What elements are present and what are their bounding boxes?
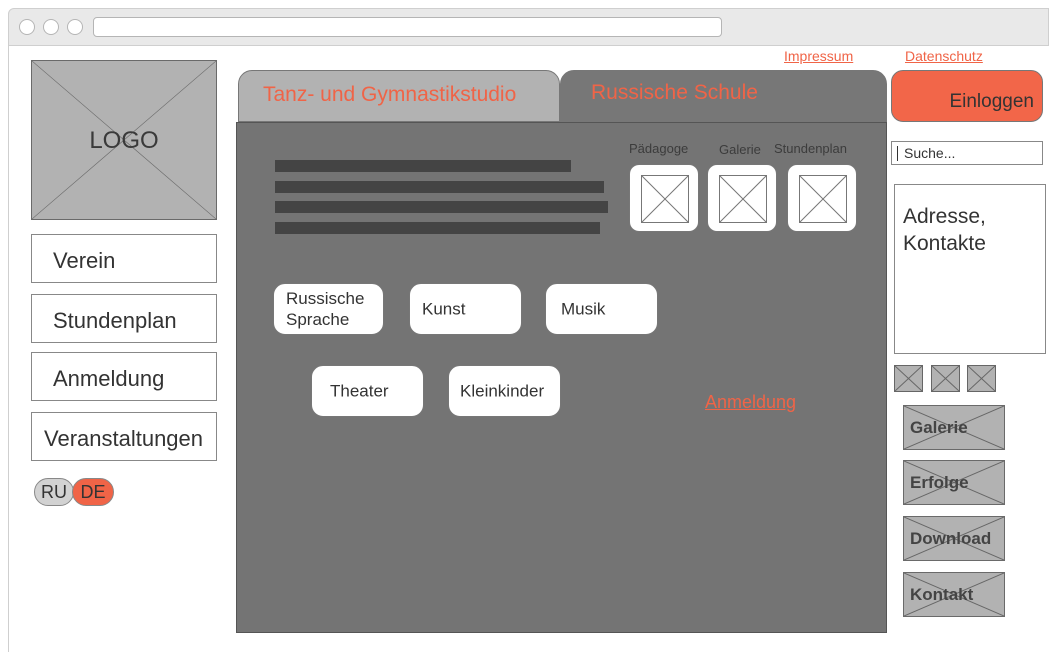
search-input[interactable]: Suche... xyxy=(891,141,1043,165)
address-contact-box: Adresse, Kontakte xyxy=(894,184,1046,354)
course-theater-button[interactable]: Theater xyxy=(311,365,424,417)
text-placeholder-line xyxy=(275,201,608,213)
side-link-label: Erfolge xyxy=(910,473,969,492)
image-placeholder-icon xyxy=(932,366,959,391)
logo[interactable]: LOGO xyxy=(31,60,217,220)
social-icon-2[interactable] xyxy=(931,365,960,392)
thumb-label-stundenplan: Stundenplan xyxy=(774,141,848,156)
datenschutz-link[interactable]: Datenschutz xyxy=(905,48,983,64)
logo-text: LOGO xyxy=(89,127,159,154)
search-placeholder: Suche... xyxy=(904,145,956,161)
text-placeholder-line xyxy=(275,160,571,172)
course-kleinkinder-button[interactable]: Kleinkinder xyxy=(448,365,561,417)
tab-tanz-gymnastikstudio[interactable]: Tanz- und Gymnastikstudio xyxy=(238,70,560,122)
window-maximize-dot[interactable] xyxy=(67,19,83,35)
text-placeholder-line xyxy=(275,181,604,193)
nav-item-stundenplan[interactable]: Stundenplan xyxy=(31,294,217,343)
side-link-erfolge[interactable]: Erfolge xyxy=(903,460,1005,505)
course-label: Russische Sprache xyxy=(286,289,365,329)
course-russische-sprache-button[interactable]: Russische Sprache xyxy=(273,283,384,335)
nav-item-veranstaltungen[interactable]: Veranstaltungen xyxy=(31,412,217,461)
course-kunst-button[interactable]: Kunst xyxy=(409,283,522,335)
thumb-label-paedagoge: Pädagoge xyxy=(629,141,689,156)
image-placeholder-icon xyxy=(719,175,767,223)
thumb-paedagoge[interactable] xyxy=(629,164,699,232)
course-label: Musik xyxy=(561,299,606,319)
course-label: Kunst xyxy=(422,299,466,319)
image-placeholder-icon xyxy=(968,366,995,391)
social-icon-3[interactable] xyxy=(967,365,996,392)
thumb-galerie[interactable] xyxy=(707,164,777,232)
image-placeholder-icon xyxy=(799,175,847,223)
course-label: Theater xyxy=(330,381,389,401)
course-musik-button[interactable]: Musik xyxy=(545,283,658,335)
language-ru-button[interactable]: RU xyxy=(34,478,74,506)
impressum-link[interactable]: Impressum xyxy=(784,48,853,64)
course-label: Kleinkinder xyxy=(460,381,545,401)
browser-toolbar xyxy=(8,8,1049,46)
thumb-label-galerie: Galerie xyxy=(719,142,761,157)
nav-item-anmeldung[interactable]: Anmeldung xyxy=(31,352,217,401)
side-link-kontakt[interactable]: Kontakt xyxy=(903,572,1005,617)
image-placeholder-icon xyxy=(895,366,922,391)
side-link-download[interactable]: Download xyxy=(903,516,1005,561)
social-icon-1[interactable] xyxy=(894,365,923,392)
tab-russische-schule[interactable]: Russische Schule xyxy=(560,70,887,122)
text-placeholder-line xyxy=(275,222,600,234)
address-bar[interactable] xyxy=(93,17,722,37)
login-button[interactable]: Einloggen xyxy=(891,70,1043,122)
text-cursor xyxy=(897,146,898,161)
side-link-label: Galerie xyxy=(910,418,968,437)
window-minimize-dot[interactable] xyxy=(43,19,59,35)
side-link-label: Download xyxy=(910,529,992,548)
anmeldung-link[interactable]: Anmeldung xyxy=(705,392,796,413)
side-link-label: Kontakt xyxy=(910,585,974,604)
thumb-stundenplan[interactable] xyxy=(787,164,857,232)
image-placeholder-icon xyxy=(641,175,689,223)
language-de-button[interactable]: DE xyxy=(72,478,114,506)
side-link-galerie[interactable]: Galerie xyxy=(903,405,1005,450)
window-close-dot[interactable] xyxy=(19,19,35,35)
nav-item-verein[interactable]: Verein xyxy=(31,234,217,283)
